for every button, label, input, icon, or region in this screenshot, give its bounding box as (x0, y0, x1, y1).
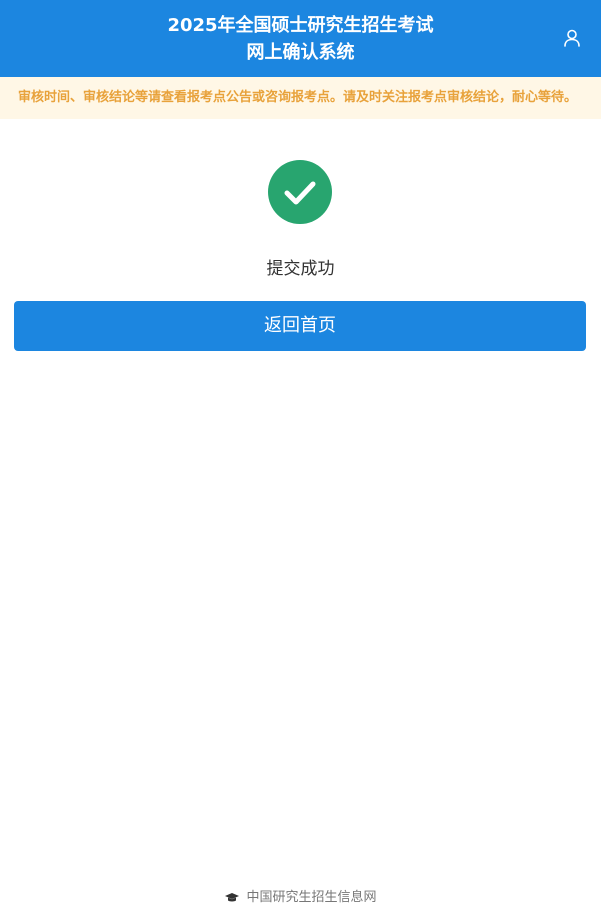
user-button[interactable] (561, 27, 583, 49)
title-line-2: 网上确认系统 (246, 42, 355, 63)
check-circle-icon (268, 160, 332, 224)
notice-banner: 审核时间、审核结论等请查看报考点公告或咨询报考点。请及时关注报考点审核结论，耐心… (0, 77, 601, 119)
page: 2025年全国硕士研究生招生考试 网上确认系统 审核时间、审核结论等请查看报考点… (0, 0, 601, 917)
title-line-1: 2025年全国硕士研究生招生考试 (167, 15, 434, 36)
footer-text[interactable]: 中国研究生招生信息网 (246, 890, 376, 905)
back-home-button[interactable]: 返回首页 (14, 301, 586, 351)
success-message: 提交成功 (266, 259, 335, 279)
page-title: 2025年全国硕士研究生招生考试 网上确认系统 (0, 12, 601, 66)
checkmark-icon (284, 181, 316, 205)
graduation-cap-icon (225, 892, 240, 901)
notice-text: 审核时间、审核结论等请查看报考点公告或咨询报考点。请及时关注报考点审核结论，耐心… (18, 90, 578, 105)
user-icon (564, 29, 580, 47)
app-header: 2025年全国硕士研究生招生考试 网上确认系统 (0, 0, 601, 77)
footer: 中国研究生招生信息网 (0, 888, 601, 908)
